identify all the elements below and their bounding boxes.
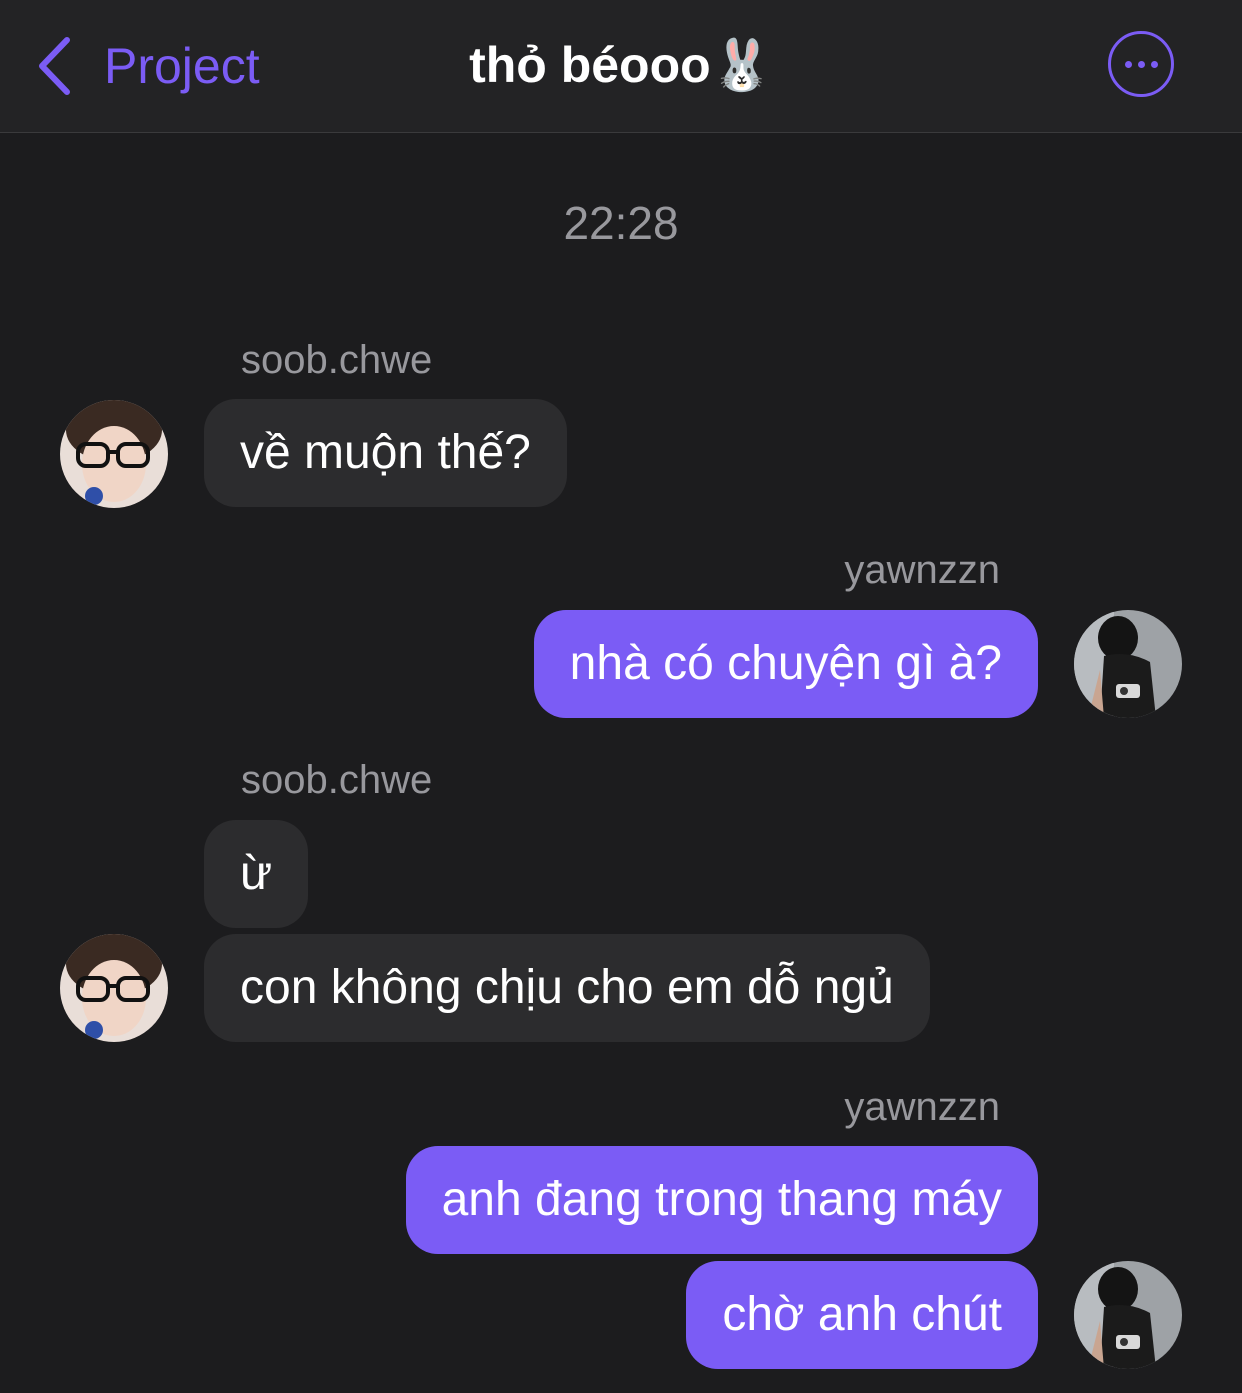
chat-title[interactable]: thỏ béooo🐰	[0, 36, 1242, 95]
message-bubble[interactable]: anh đang trong thang máy	[405, 1146, 1038, 1254]
user-avatar[interactable]	[60, 400, 168, 508]
sender-name: soob.chwe	[241, 758, 433, 802]
message-timestamp: 22:28	[563, 197, 679, 249]
avatar-image	[60, 934, 168, 1042]
message-bubble[interactable]: chờ anh chút	[686, 1261, 1038, 1369]
message-bubble[interactable]: nhà có chuyện gì à?	[533, 610, 1038, 718]
user-avatar[interactable]	[1074, 1261, 1182, 1369]
message-bubble[interactable]: ừ	[204, 820, 309, 928]
user-avatar[interactable]	[60, 934, 168, 1042]
user-avatar[interactable]	[1074, 610, 1182, 718]
chat-header: Project thỏ béooo🐰	[0, 0, 1242, 133]
more-options-icon-dot	[1150, 60, 1158, 68]
more-options-icon	[1124, 60, 1132, 68]
avatar-image	[1074, 1261, 1182, 1369]
sender-name: soob.chwe	[241, 338, 433, 382]
avatar-image	[60, 400, 168, 508]
message-bubble[interactable]: về muộn thế?	[204, 399, 567, 507]
message-bubble[interactable]: con không chịu cho em dỗ ngủ	[204, 934, 930, 1042]
sender-name: yawnzzn	[844, 548, 1000, 592]
avatar-image	[1074, 610, 1182, 718]
more-options-button[interactable]	[1108, 31, 1174, 97]
sender-name: yawnzzn	[844, 1085, 1000, 1129]
more-options-icon-dot	[1137, 60, 1145, 68]
